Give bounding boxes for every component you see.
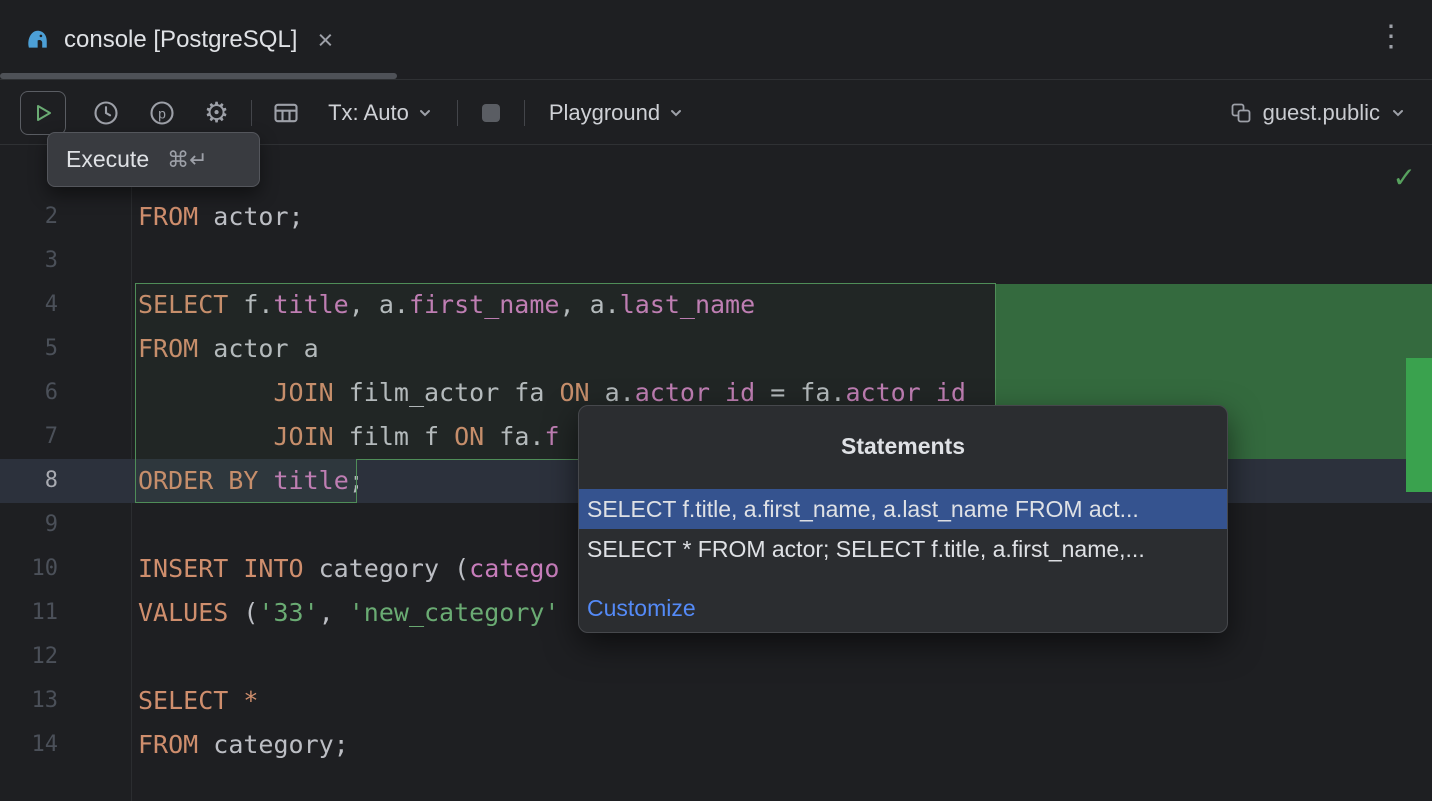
toolbar-separator <box>457 100 458 126</box>
postgresql-elephant-icon <box>24 27 50 53</box>
code-text: SELECT f.title, a.first_name, a.last_nam… <box>58 283 755 327</box>
tab-bar: console [PostgreSQL] × ⋮ <box>0 0 1432 80</box>
schema-label: guest.public <box>1263 100 1380 126</box>
code-line[interactable]: 14FROM category; <box>0 723 1432 767</box>
line-number: 6 <box>0 371 58 415</box>
line-number: 10 <box>0 547 58 591</box>
line-number: 11 <box>0 591 58 635</box>
tx-mode-dropdown[interactable]: Tx: Auto <box>328 100 433 126</box>
chevron-down-icon <box>417 105 433 121</box>
statements-popup: Statements SELECT f.title, a.first_name,… <box>578 405 1228 633</box>
code-text: JOIN film f ON fa.f <box>58 415 560 459</box>
schema-switcher[interactable]: guest.public <box>1229 100 1432 126</box>
schema-icon <box>1229 101 1253 125</box>
tooltip-shortcut: ⌘↵ <box>167 147 207 173</box>
line-number: 4 <box>0 283 58 327</box>
code-text <box>58 503 138 547</box>
inspections-ok-check-icon[interactable]: ✓ <box>1393 164 1416 192</box>
playground-label: Playground <box>549 100 660 126</box>
code-text <box>58 239 138 283</box>
history-clock-icon[interactable] <box>92 99 120 127</box>
toolbar-separator <box>251 100 252 126</box>
stop-icon[interactable] <box>482 104 500 122</box>
code-text: ORDER BY title; <box>58 459 364 503</box>
more-options-kebab-icon[interactable]: ⋮ <box>1376 22 1406 52</box>
code-text: SELECT * <box>58 679 258 723</box>
tab-console-postgresql[interactable]: console [PostgreSQL] × <box>24 0 333 80</box>
line-number: 12 <box>0 635 58 679</box>
code-text: FROM actor; <box>58 195 304 239</box>
line-number: 3 <box>0 239 58 283</box>
execution-plan-icon[interactable]: p <box>148 99 176 127</box>
execute-tooltip: Execute ⌘↵ <box>47 132 260 187</box>
chevron-down-icon <box>668 105 684 121</box>
datagrip-console-window: console [PostgreSQL] × ⋮ p <box>0 0 1432 801</box>
chevron-down-icon <box>1390 105 1406 121</box>
line-number: 13 <box>0 679 58 723</box>
code-line[interactable]: 13SELECT * <box>0 679 1432 723</box>
line-number: 14 <box>0 723 58 767</box>
svg-text:p: p <box>158 105 166 121</box>
tx-mode-label: Tx: Auto <box>328 100 409 126</box>
execute-button[interactable] <box>20 91 66 135</box>
tab-scrollbar-thumb[interactable] <box>0 73 397 79</box>
settings-gear-icon[interactable]: ⚙ <box>204 99 229 127</box>
tab-close-icon[interactable]: × <box>317 27 333 54</box>
code-text <box>58 635 138 679</box>
line-number: 8 <box>0 459 58 503</box>
customize-link[interactable]: Customize <box>579 591 1227 625</box>
code-text: VALUES ('33', 'new_category' <box>58 591 559 635</box>
statements-popup-title: Statements <box>579 428 1227 464</box>
play-icon <box>32 102 54 124</box>
playground-dropdown[interactable]: Playground <box>549 100 684 126</box>
code-line[interactable]: 12 <box>0 635 1432 679</box>
code-text: FROM category; <box>58 723 349 767</box>
tooltip-label: Execute <box>66 146 149 173</box>
code-line[interactable]: 3 <box>0 239 1432 283</box>
tab-title: console [PostgreSQL] <box>64 26 297 54</box>
line-number: 7 <box>0 415 58 459</box>
code-text: FROM actor a <box>58 327 319 371</box>
line-number: 9 <box>0 503 58 547</box>
result-table-icon[interactable] <box>272 99 300 127</box>
toolbar-separator <box>524 100 525 126</box>
scrollbar-selection-marker[interactable] <box>1406 358 1432 492</box>
statement-item[interactable]: SELECT * FROM actor; SELECT f.title, a.f… <box>579 529 1227 569</box>
line-number: 5 <box>0 327 58 371</box>
code-line[interactable]: 2FROM actor; <box>0 195 1432 239</box>
statement-item[interactable]: SELECT f.title, a.first_name, a.last_nam… <box>579 489 1227 529</box>
code-text: INSERT INTO category (catego <box>58 547 559 591</box>
line-number: 2 <box>0 195 58 239</box>
statements-list: SELECT f.title, a.first_name, a.last_nam… <box>579 489 1227 569</box>
